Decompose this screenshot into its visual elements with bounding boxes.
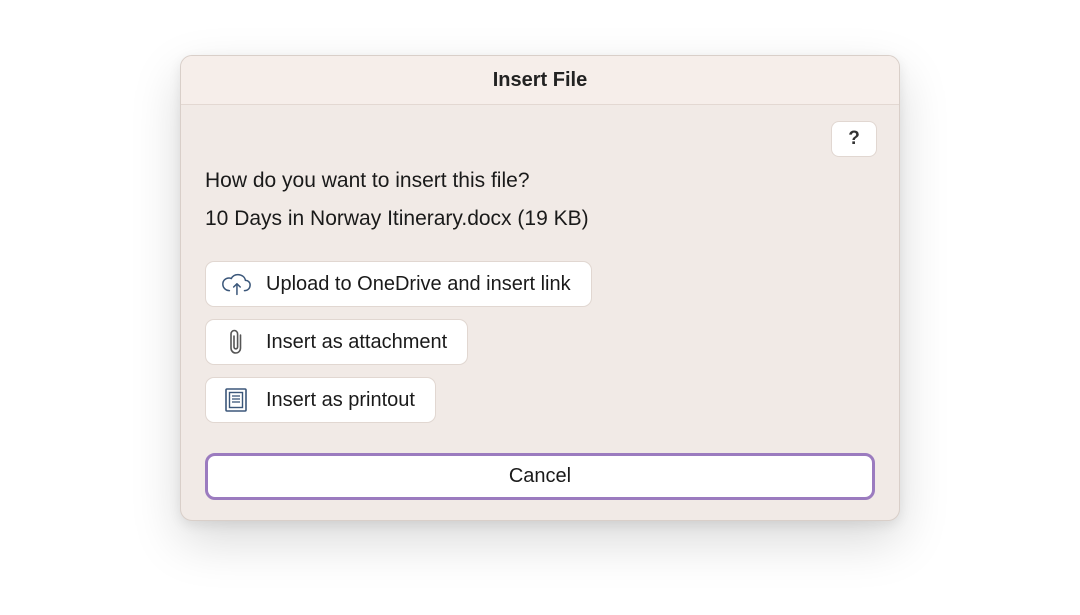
file-info-text: 10 Days in Norway Itinerary.docx (19 KB)	[205, 207, 875, 231]
prompt-text: How do you want to insert this file?	[205, 169, 875, 193]
dialog-body: ? How do you want to insert this file? 1…	[181, 105, 899, 520]
option-label: Upload to OneDrive and insert link	[266, 273, 571, 296]
insert-printout-button[interactable]: Insert as printout	[205, 377, 436, 423]
cloud-upload-icon	[220, 270, 252, 298]
dialog-header: Insert File	[181, 56, 899, 105]
help-button[interactable]: ?	[831, 121, 877, 157]
upload-onedrive-button[interactable]: Upload to OneDrive and insert link	[205, 261, 592, 307]
cancel-button[interactable]: Cancel	[205, 453, 875, 500]
help-icon: ?	[848, 128, 860, 150]
cancel-label: Cancel	[509, 465, 571, 487]
dialog-title: Insert File	[181, 69, 899, 92]
option-label: Insert as printout	[266, 389, 415, 412]
insert-file-dialog: Insert File ? How do you want to insert …	[180, 55, 900, 521]
paperclip-icon	[220, 328, 252, 356]
insert-attachment-button[interactable]: Insert as attachment	[205, 319, 468, 365]
option-label: Insert as attachment	[266, 331, 447, 354]
printout-icon	[220, 386, 252, 414]
